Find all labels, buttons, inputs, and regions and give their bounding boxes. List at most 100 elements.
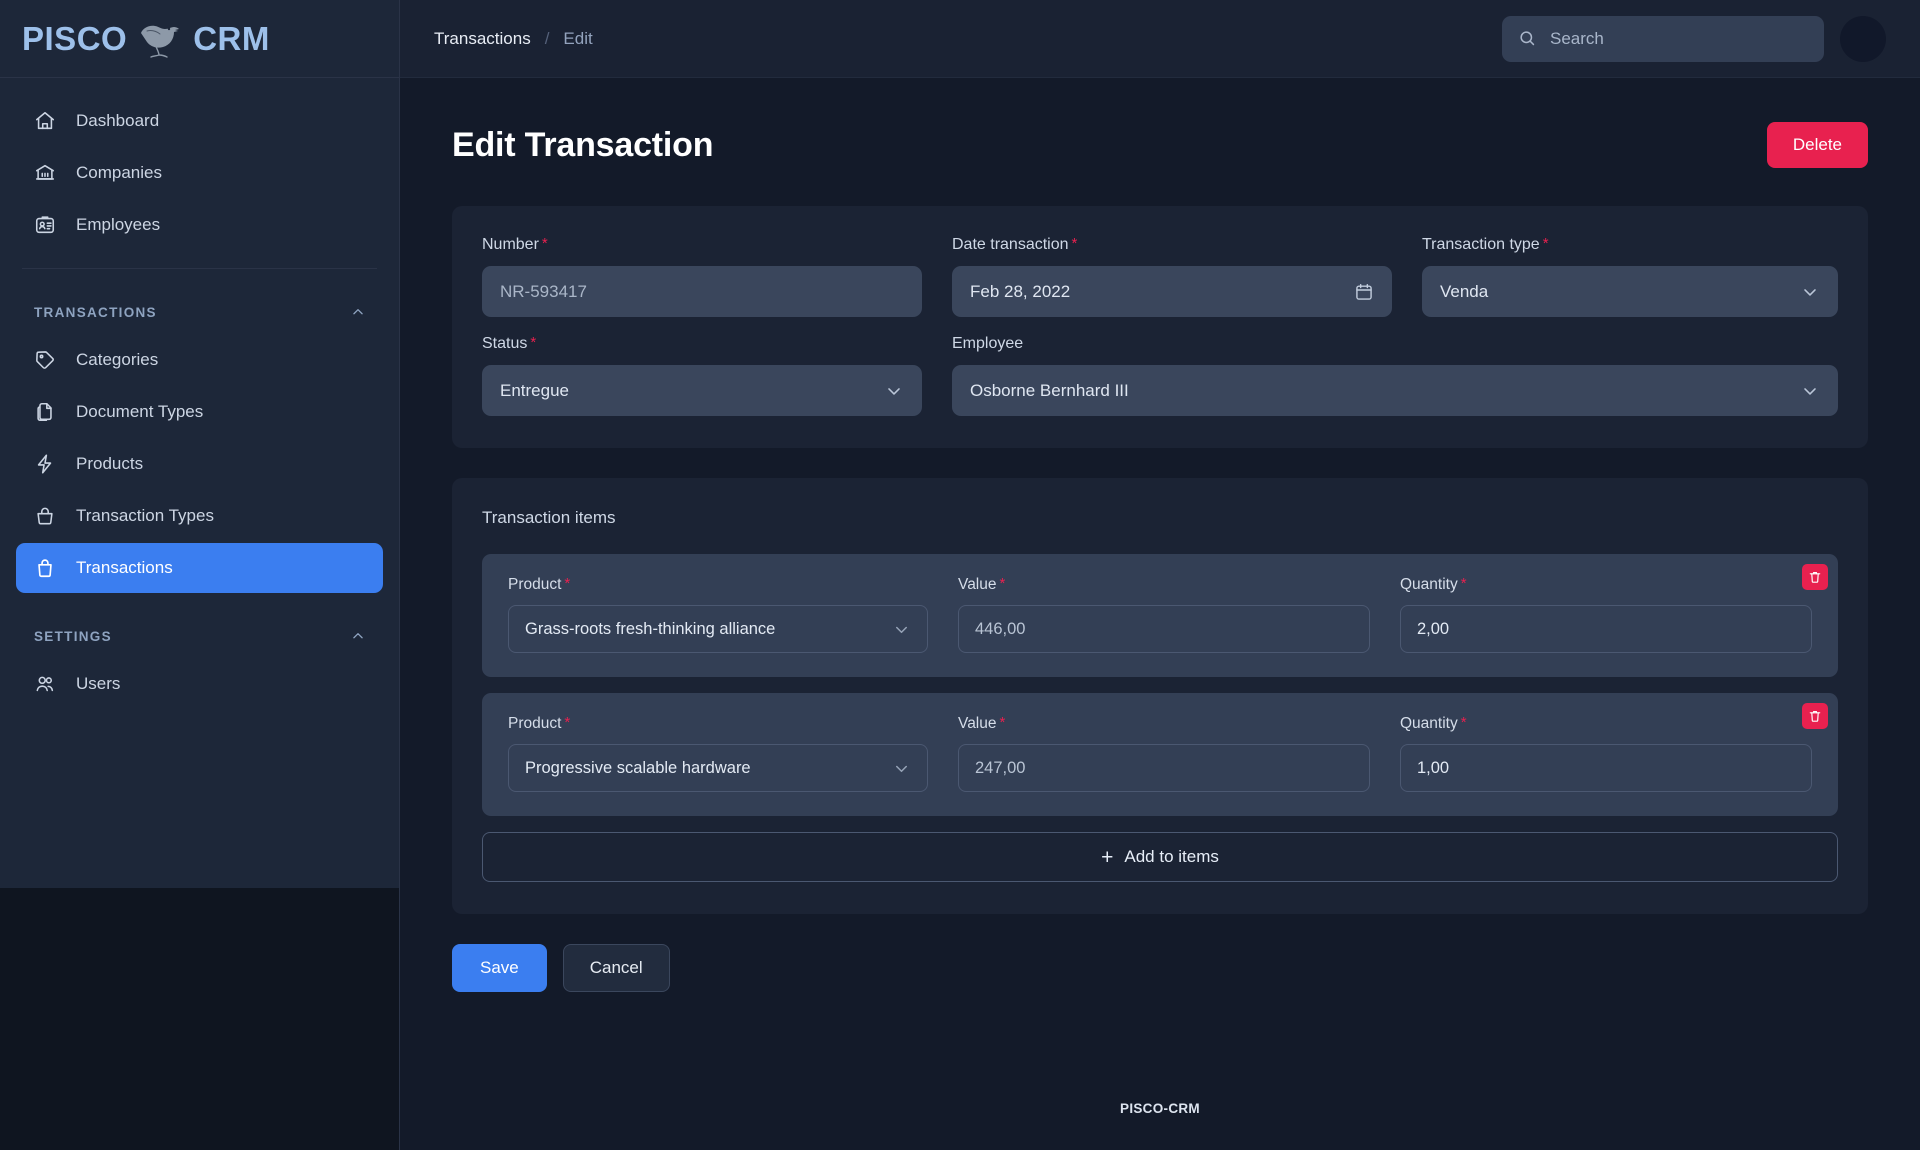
item-value-label: Value * xyxy=(958,576,1370,595)
footer: PISCO-CRM xyxy=(400,1066,1920,1150)
item-value-input[interactable]: 247,00 xyxy=(958,744,1370,792)
sidebar-item-transactions[interactable]: Transactions xyxy=(16,543,383,593)
sidebar-item-label: Transaction Types xyxy=(76,506,214,525)
number-input[interactable]: NR-593417 xyxy=(482,266,922,317)
id-badge-icon xyxy=(34,214,56,236)
item-quantity-input[interactable]: 1,00 xyxy=(1400,744,1812,792)
label-text: Transaction type xyxy=(1422,236,1540,253)
chevron-down-icon xyxy=(884,381,904,401)
app-logo[interactable]: PISCO CRM xyxy=(0,0,399,78)
page-content: Edit Transaction Delete Number * NR-5934… xyxy=(400,78,1920,1066)
field-transaction-type-label: Transaction type * xyxy=(1422,236,1838,256)
item-product-value: Progressive scalable hardware xyxy=(525,758,751,777)
search-box[interactable] xyxy=(1502,15,1824,62)
field-number: Number * NR-593417 xyxy=(482,236,922,317)
sidebar-item-label: Users xyxy=(76,674,121,693)
required-marker: * xyxy=(564,714,571,731)
users-icon xyxy=(34,673,56,695)
form-row-1: Number * NR-593417 Date transaction * Fe… xyxy=(482,236,1838,317)
form-row-2: Status * Entregue Employee Osborne Bernh… xyxy=(482,335,1838,416)
sidebar-item-categories[interactable]: Categories xyxy=(16,335,383,385)
bird-icon xyxy=(133,19,187,59)
add-to-items-button[interactable]: + Add to items xyxy=(482,832,1838,882)
required-marker: * xyxy=(1460,575,1467,592)
field-status-label: Status * xyxy=(482,335,922,355)
transaction-type-select[interactable]: Venda xyxy=(1422,266,1838,317)
sidebar: PISCO CRM Dashboard Companies Employees … xyxy=(0,0,400,1150)
basket-outline-icon xyxy=(34,505,56,527)
sidebar-divider xyxy=(22,268,377,269)
item-quantity-input[interactable]: 2,00 xyxy=(1400,605,1812,653)
item-value-label: Value * xyxy=(958,715,1370,734)
item-fields: Product * Progressive scalable hardware xyxy=(508,715,1812,792)
sidebar-item-companies[interactable]: Companies xyxy=(16,148,383,198)
item-product-label: Product * xyxy=(508,715,928,734)
date-input[interactable]: Feb 28, 2022 xyxy=(952,266,1392,317)
item-product-select[interactable]: Grass-roots fresh-thinking alliance xyxy=(508,605,928,653)
sidebar-item-dashboard[interactable]: Dashboard xyxy=(16,96,383,146)
sidebar-item-label: Products xyxy=(76,454,144,473)
label-text: Status xyxy=(482,335,528,352)
sidebar-group-transactions-header[interactable]: TRANSACTIONS xyxy=(0,289,399,335)
sidebar-nav: Dashboard Companies Employees TRANSACTIO… xyxy=(0,78,399,711)
item-value-input[interactable]: 446,00 xyxy=(958,605,1370,653)
sidebar-item-label: Transactions xyxy=(76,558,173,577)
delete-item-button[interactable] xyxy=(1802,564,1828,590)
employee-value: Osborne Bernhard III xyxy=(970,380,1129,400)
field-status: Status * Entregue xyxy=(482,335,922,416)
bank-icon xyxy=(34,162,56,184)
sidebar-item-document-types[interactable]: Document Types xyxy=(16,387,383,437)
item-product-value: Grass-roots fresh-thinking alliance xyxy=(525,619,776,638)
required-marker: * xyxy=(564,575,571,592)
item-quantity-label: Quantity * xyxy=(1400,715,1812,734)
sidebar-item-employees[interactable]: Employees xyxy=(16,200,383,250)
label-text: Product xyxy=(508,715,562,732)
item-field-product: Product * Progressive scalable hardware xyxy=(508,715,928,792)
calendar-icon[interactable] xyxy=(1354,282,1374,302)
sidebar-item-label: Document Types xyxy=(76,402,204,421)
sidebar-group-title: TRANSACTIONS xyxy=(34,304,157,320)
add-to-items-label: Add to items xyxy=(1124,847,1219,866)
required-marker: * xyxy=(530,334,537,351)
search-input[interactable] xyxy=(1550,28,1808,49)
sidebar-item-transaction-types[interactable]: Transaction Types xyxy=(16,491,383,541)
chevron-down-icon xyxy=(892,759,911,778)
main-area: Transactions / Edit Edit Transaction Del… xyxy=(400,0,1920,1150)
item-quantity-text: 1,00 xyxy=(1417,758,1450,777)
required-marker: * xyxy=(1542,235,1549,252)
item-field-value: Value * 247,00 xyxy=(958,715,1370,792)
sidebar-group-settings-header[interactable]: SETTINGS xyxy=(0,613,399,659)
delete-button[interactable]: Delete xyxy=(1766,122,1868,168)
sidebar-item-label: Employees xyxy=(76,215,161,234)
documents-icon xyxy=(34,401,56,423)
chevron-down-icon xyxy=(1800,282,1820,302)
label-text: Quantity xyxy=(1400,715,1458,732)
item-quantity-text: 2,00 xyxy=(1417,619,1450,638)
chevron-down-icon xyxy=(1800,381,1820,401)
field-employee-label: Employee xyxy=(952,335,1838,355)
brand-name-left: PISCO xyxy=(22,19,128,57)
required-marker: * xyxy=(1071,235,1078,252)
field-employee: Employee Osborne Bernhard III xyxy=(952,335,1838,416)
sidebar-item-users[interactable]: Users xyxy=(16,659,383,709)
breadcrumb-transactions[interactable]: Transactions xyxy=(434,29,531,49)
date-value: Feb 28, 2022 xyxy=(970,281,1071,301)
status-select[interactable]: Entregue xyxy=(482,365,922,416)
save-button[interactable]: Save xyxy=(452,944,547,992)
form-actions: Save Cancel xyxy=(452,944,1868,992)
item-fields: Product * Grass-roots fresh-thinking all… xyxy=(508,576,1812,653)
field-date-transaction: Date transaction * Feb 28, 2022 xyxy=(952,236,1392,317)
chevron-up-icon xyxy=(351,305,365,319)
cancel-button[interactable]: Cancel xyxy=(562,944,670,992)
sidebar-item-products[interactable]: Products xyxy=(16,439,383,489)
employee-select[interactable]: Osborne Bernhard III xyxy=(952,365,1838,416)
sidebar-group-title: SETTINGS xyxy=(34,628,112,644)
item-quantity-label: Quantity * xyxy=(1400,576,1812,595)
avatar[interactable] xyxy=(1840,15,1886,62)
delete-item-button[interactable] xyxy=(1802,703,1828,729)
item-field-product: Product * Grass-roots fresh-thinking all… xyxy=(508,576,928,653)
brand-name-right: CRM xyxy=(193,19,270,57)
bag-icon xyxy=(34,557,56,579)
item-product-select[interactable]: Progressive scalable hardware xyxy=(508,744,928,792)
status-value: Entregue xyxy=(500,380,569,400)
